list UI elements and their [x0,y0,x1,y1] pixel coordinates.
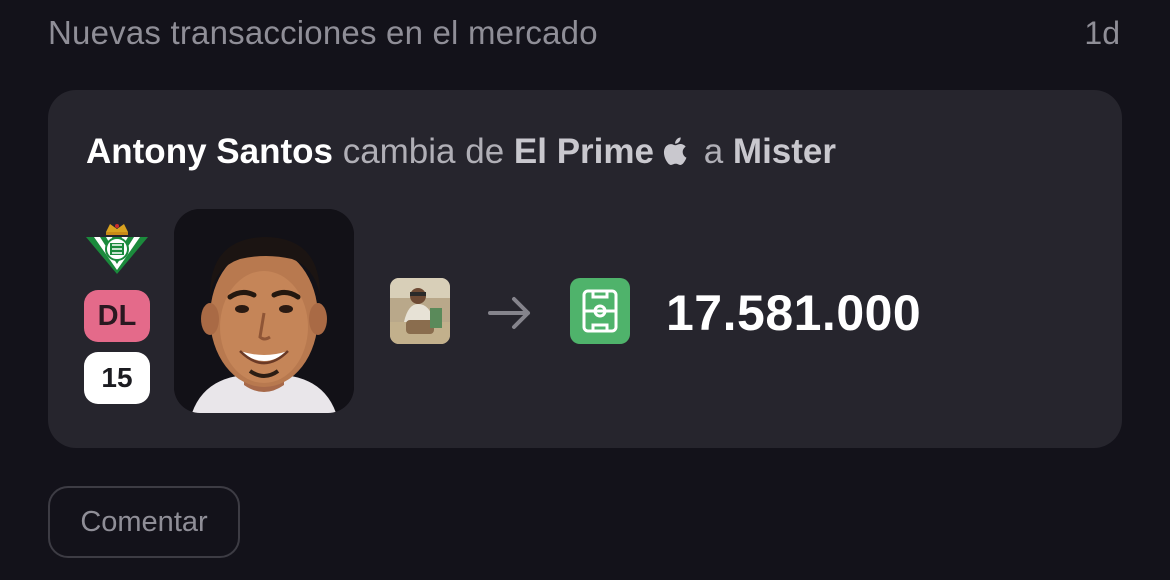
to-team-icon[interactable] [570,278,630,344]
player-photo[interactable] [174,209,354,413]
from-team-avatar[interactable] [390,278,450,344]
real-betis-crest [86,224,148,274]
comment-button[interactable]: Comentar [48,486,240,558]
arrow-right-icon [488,297,530,329]
feed-header: Nuevas transacciones en el mercado 1d [48,10,1120,56]
transfer-amount: 17.581.000 [666,285,922,341]
feed-title: Nuevas transacciones en el mercado [48,14,598,51]
from-team-name[interactable]: El Prime [514,132,654,171]
football-pitch-icon [582,289,618,333]
timestamp: 1d [1084,14,1120,51]
player-meta: DL 15 [84,220,150,404]
player-name[interactable]: Antony Santos [86,132,333,171]
to-team-name[interactable]: Mister [733,132,836,171]
player-number-badge: 15 [84,352,150,404]
connector-text: a [703,132,724,171]
position-badge: DL [84,290,150,342]
transaction-card[interactable]: Antony Santos cambia de El Prime a Miste… [48,90,1122,448]
verb-text: cambia de [342,132,505,171]
apple-icon [660,135,688,176]
transaction-headline: Antony Santos cambia de El Prime a Miste… [86,132,836,176]
